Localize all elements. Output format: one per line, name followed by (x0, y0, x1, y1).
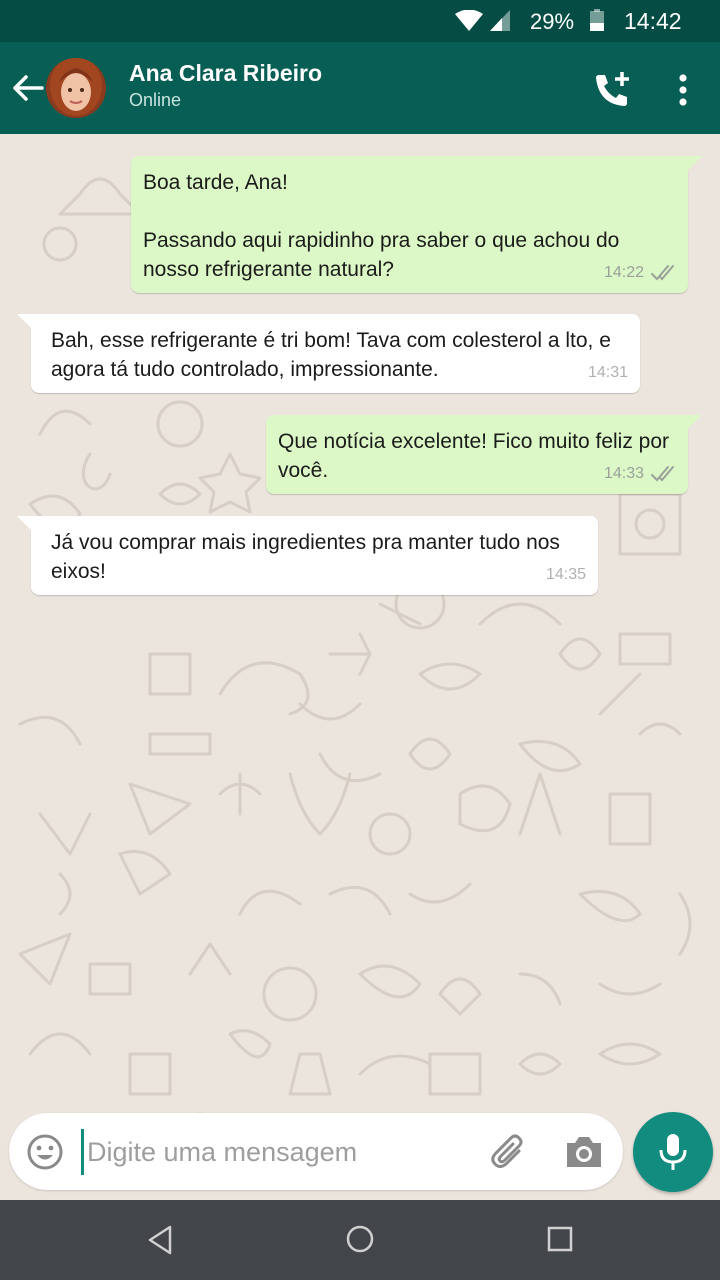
nav-home-icon[interactable] (345, 1224, 375, 1254)
emoji-icon (27, 1134, 63, 1170)
message-bubble-incoming[interactable]: Bah, esse refrigerante é tri bom! Tava c… (17, 314, 640, 393)
message-meta: 14:22 (604, 258, 676, 287)
nav-back-icon[interactable] (146, 1224, 174, 1256)
message-time: 14:22 (603, 264, 644, 281)
wifi-icon (455, 10, 483, 31)
double-check-icon (651, 264, 674, 280)
system-nav-bar (0, 1200, 720, 1280)
message-time: 14:35 (545, 566, 586, 583)
message-time: 14:31 (587, 364, 628, 381)
chat-area[interactable]: Boa tarde, Ana! Passando aqui rapidinho … (0, 134, 720, 1200)
camera-icon (567, 1137, 601, 1167)
clock: 14:42 (624, 8, 682, 34)
camera-button[interactable] (563, 1133, 605, 1171)
arrow-left-icon (13, 75, 44, 101)
bubble-tail (17, 516, 31, 530)
contact-name[interactable]: Ana Clara Ribeiro (129, 60, 322, 87)
message-meta: 14:31 (588, 358, 628, 387)
battery-percent: 29% (530, 9, 575, 34)
message-text: Bah, esse refrigerante é tri bom! Tava c… (51, 329, 617, 381)
more-options-button[interactable] (668, 70, 698, 110)
add-call-button[interactable] (590, 68, 634, 112)
bubble-tail (17, 314, 31, 328)
message-input[interactable] (81, 1129, 461, 1175)
emoji-button[interactable] (25, 1132, 65, 1172)
message-time: 14:33 (603, 465, 644, 482)
chat-wallpaper (0, 134, 720, 1200)
nav-recents-icon[interactable] (547, 1226, 573, 1252)
message-meta: 14:33 (604, 459, 676, 488)
message-bubble-outgoing[interactable]: Que notícia excelente! Fico muito feliz … (266, 415, 702, 494)
back-button[interactable] (8, 68, 48, 108)
add-call-icon (596, 72, 629, 106)
message-bubble-outgoing[interactable]: Boa tarde, Ana! Passando aqui rapidinho … (131, 156, 702, 293)
message-text: Boa tarde, Ana! Passando aqui rapidinho … (143, 171, 620, 281)
paperclip-icon (491, 1134, 523, 1168)
more-vert-icon (679, 74, 687, 106)
chat-header: Ana Clara Ribeiro Online (0, 42, 720, 134)
avatar-photo (46, 58, 106, 118)
voice-record-button[interactable] (633, 1112, 713, 1192)
bubble-tail (688, 415, 702, 429)
message-text: Já vou comprar mais ingredientes pra man… (51, 531, 566, 583)
message-bubble-incoming[interactable]: Já vou comprar mais ingredientes pra man… (17, 516, 598, 595)
contact-status: Online (129, 90, 182, 110)
message-meta: 14:35 (546, 560, 586, 589)
battery-icon (590, 9, 604, 31)
attach-button[interactable] (489, 1131, 531, 1173)
bubble-tail (688, 156, 702, 170)
avatar[interactable] (46, 58, 106, 118)
signal-icon (490, 10, 510, 31)
message-composer (9, 1113, 623, 1190)
microphone-icon (659, 1134, 687, 1170)
double-check-icon (651, 465, 674, 481)
status-bar: 29% 14:42 (0, 0, 720, 42)
